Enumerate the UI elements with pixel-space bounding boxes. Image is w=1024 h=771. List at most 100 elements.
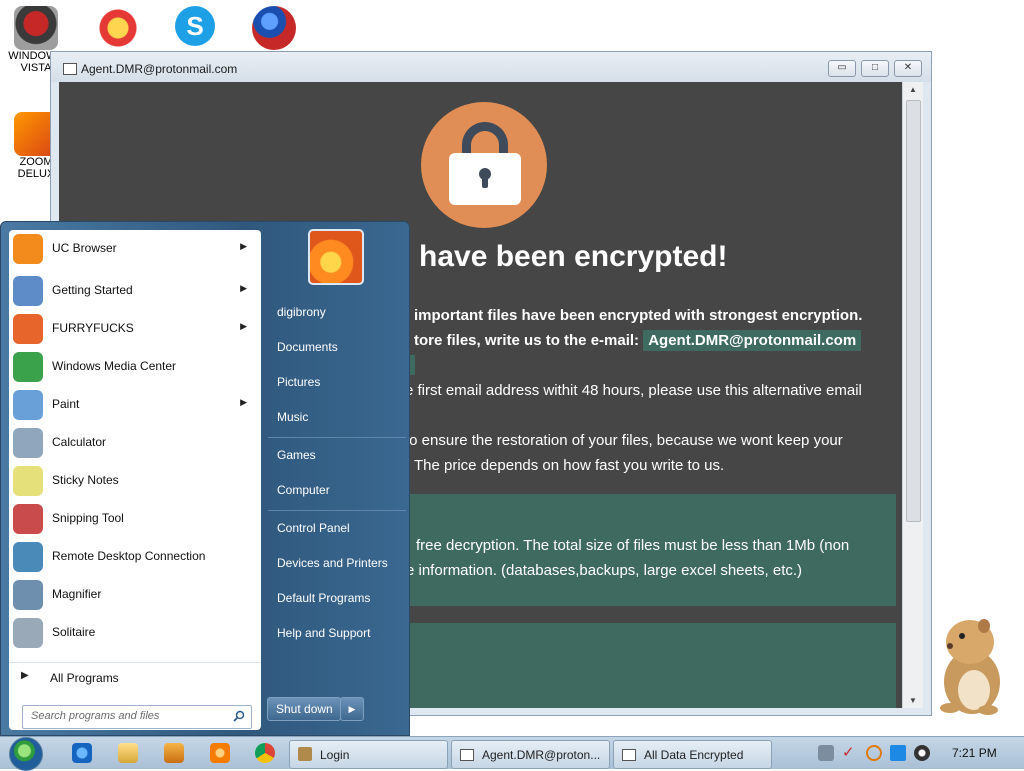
start-right-item-help-support[interactable]: Help and Support xyxy=(268,618,408,648)
window-app-icon xyxy=(63,63,77,75)
start-right-separator xyxy=(268,437,406,438)
tray-app-icon[interactable] xyxy=(818,745,834,761)
search-icon[interactable] xyxy=(233,710,245,722)
start-program-item[interactable]: Solitaire xyxy=(9,614,259,650)
scroll-up-arrow-icon[interactable]: ▲ xyxy=(903,85,923,94)
start-right-item-label: Computer xyxy=(277,483,330,497)
ransom-line-5: The price depends on how fast you write … xyxy=(414,457,725,474)
window-app-icon xyxy=(622,749,636,761)
taskbar-button-all-data-encrypted[interactable]: All Data Encrypted xyxy=(613,740,772,769)
solitaire-icon xyxy=(13,618,43,648)
hamster-mascot-image xyxy=(940,619,1000,715)
taskbar-button-label: Agent.DMR@proton... xyxy=(482,748,601,762)
shutdown-button[interactable]: Shut down xyxy=(267,697,341,721)
taskbar-button-label: All Data Encrypted xyxy=(644,748,744,762)
start-program-item[interactable]: Sticky Notes xyxy=(9,462,259,498)
search-placeholder: Search programs and files xyxy=(31,710,160,722)
start-button[interactable] xyxy=(9,737,43,771)
start-right-item-games[interactable]: Games xyxy=(268,440,408,470)
maximize-button[interactable]: □ xyxy=(861,60,889,77)
start-right-item-default-programs[interactable]: Default Programs xyxy=(268,583,408,613)
ransom-line-2: tore files, write us to the e-mail: Agen… xyxy=(414,330,862,351)
start-right-item-computer[interactable]: Computer xyxy=(268,475,408,505)
start-right-item-label: Devices and Printers xyxy=(277,556,388,570)
taskbar-button-agent-dmr[interactable]: Agent.DMR@proton... xyxy=(451,740,610,769)
start-program-item[interactable]: Calculator xyxy=(9,424,259,460)
desktop-icon-skype[interactable]: S xyxy=(165,6,225,46)
start-program-item[interactable]: Getting Started ▶ xyxy=(9,272,259,308)
submenu-arrow-icon: ▶ xyxy=(240,321,247,331)
uc-browser-icon xyxy=(13,234,43,264)
submenu-arrow-icon: ▶ xyxy=(240,241,247,251)
start-program-item[interactable]: Paint ▶ xyxy=(9,386,259,422)
start-right-separator xyxy=(268,510,406,511)
scrollbar-thumb[interactable] xyxy=(906,100,921,522)
shutdown-label: Shut down xyxy=(276,702,333,716)
all-programs-item[interactable]: ▶ All Programs xyxy=(9,662,261,691)
globe-icon xyxy=(252,6,296,50)
snipping-tool-icon xyxy=(13,504,43,534)
user-avatar[interactable] xyxy=(308,229,364,285)
start-program-label: Getting Started xyxy=(52,283,133,297)
start-program-item[interactable]: UC Browser ▶ xyxy=(9,230,259,266)
start-right-item-label: Games xyxy=(277,448,316,462)
all-programs-label: All Programs xyxy=(50,671,119,685)
file-explorer-icon[interactable] xyxy=(118,743,138,763)
all-programs-arrow-icon: ▶ xyxy=(21,670,29,681)
media-player-icon[interactable] xyxy=(164,743,184,763)
media-center-icon xyxy=(13,352,43,382)
desktop-icon-globe[interactable] xyxy=(244,6,304,50)
program-list: UC Browser ▶ Getting Started ▶ FURRYFUCKS ▶ Wi… xyxy=(9,230,261,730)
start-right-item-label: Pictures xyxy=(277,375,321,389)
start-program-label: Calculator xyxy=(52,435,107,449)
taskbar-button-label: Login xyxy=(320,748,350,762)
start-program-item[interactable]: FURRYFUCKS ▶ xyxy=(9,310,259,346)
start-program-item[interactable]: Windows Media Center xyxy=(9,348,259,384)
start-right-item-devices-printers[interactable]: Devices and Printers xyxy=(268,548,408,578)
start-right-item-control-panel[interactable]: Control Panel xyxy=(268,513,408,543)
close-button[interactable]: ✕ xyxy=(894,60,922,77)
firefox-icon xyxy=(13,314,43,344)
uc-browser-taskbar-icon[interactable] xyxy=(210,743,230,763)
getting-started-icon xyxy=(13,276,43,306)
remote-desktop-icon xyxy=(13,542,43,572)
start-program-item[interactable]: Magnifier xyxy=(9,576,259,612)
skype-icon: S xyxy=(175,6,215,46)
submenu-arrow-icon: ▶ xyxy=(240,397,247,407)
start-program-item[interactable]: Remote Desktop Connection xyxy=(9,538,259,574)
start-right-item-pictures[interactable]: Pictures xyxy=(268,367,408,397)
start-right-item-label: Default Programs xyxy=(277,591,371,605)
start-right-item-music[interactable]: Music xyxy=(268,402,408,432)
tray-volume-icon[interactable] xyxy=(914,745,930,761)
submenu-arrow-icon: ▶ xyxy=(240,283,247,293)
ransom-line-4: to ensure the restoration of your files,… xyxy=(405,432,843,449)
scroll-down-arrow-icon[interactable]: ▼ xyxy=(903,696,923,705)
tray-search-icon[interactable] xyxy=(866,745,882,761)
tray-check-icon[interactable]: ✓ xyxy=(842,745,858,761)
minimize-button[interactable]: ▭ xyxy=(828,60,856,77)
taskbar-button-login[interactable]: Login xyxy=(289,740,448,769)
shutdown-options-arrow-icon[interactable]: ▶ xyxy=(340,697,364,721)
ransom-line-1: important files have been encrypted with… xyxy=(414,307,863,324)
internet-explorer-icon[interactable] xyxy=(72,743,92,763)
sticky-notes-icon xyxy=(13,466,43,496)
vertical-scrollbar[interactable]: ▲ ▼ xyxy=(902,82,923,708)
start-search-input[interactable]: Search programs and files xyxy=(22,705,252,729)
desktop-icon-p-logo[interactable] xyxy=(88,6,148,50)
window-app-icon xyxy=(460,749,474,761)
start-right-item-label: Control Panel xyxy=(277,521,350,535)
calculator-icon xyxy=(13,428,43,458)
start-program-label: Windows Media Center xyxy=(52,359,177,373)
taskbar-clock[interactable]: 7:21 PM xyxy=(952,746,997,760)
start-program-item[interactable]: Snipping Tool xyxy=(9,500,259,536)
windows-vista-icon xyxy=(14,6,58,50)
keyhole-slot xyxy=(482,176,488,188)
start-right-item-user[interactable]: digibrony xyxy=(268,297,408,327)
chrome-icon[interactable] xyxy=(255,743,275,763)
tray-display-icon[interactable] xyxy=(890,745,906,761)
start-right-item-documents[interactable]: Documents xyxy=(268,332,408,362)
free-decryption-line-1: free decryption. The total size of files… xyxy=(416,537,850,554)
window-titlebar[interactable]: Agent.DMR@protonmail.com ▭ □ ✕ xyxy=(51,52,931,82)
contact-email[interactable]: Agent.DMR@protonmail.com xyxy=(643,330,862,351)
ransom-line-2-text: tore files, write us to the e-mail: xyxy=(414,332,640,349)
